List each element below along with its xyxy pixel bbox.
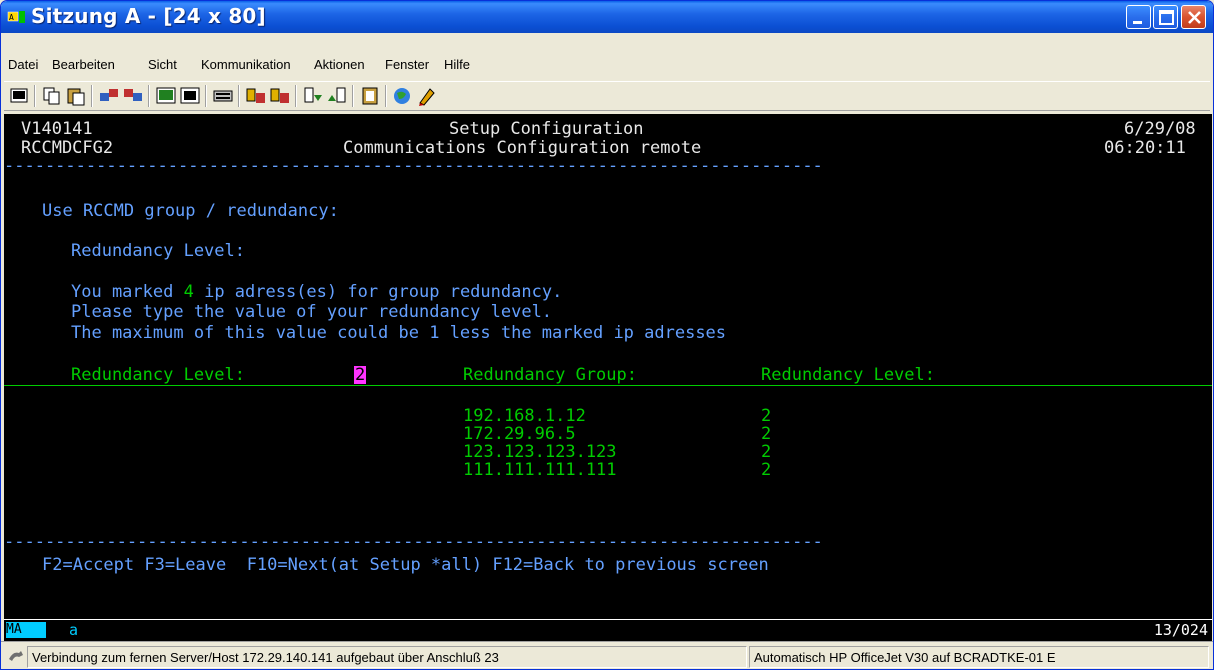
function-keys: F2=Accept F3=Leave F10=Next(at Setup *al… bbox=[42, 555, 769, 575]
separator-rule-top: ----------------------------------------… bbox=[4, 156, 823, 176]
title-bar[interactable]: A Sitzung A - [24 x 80] bbox=[1, 1, 1213, 33]
screen-title-2: Communications Configuration remote bbox=[343, 138, 702, 158]
info-line-1: You marked 4 ip adress(es) for group red… bbox=[71, 283, 562, 301]
display-icon[interactable] bbox=[155, 85, 177, 107]
maximize-button[interactable] bbox=[1153, 5, 1178, 29]
minimize-button[interactable] bbox=[1126, 5, 1151, 29]
table-row-ip: 111.111.111.111 bbox=[463, 460, 617, 480]
svg-text:A: A bbox=[9, 13, 14, 22]
window-title: Sitzung A - [24 x 80] bbox=[31, 4, 266, 28]
menu-datei[interactable]: Datei bbox=[8, 57, 38, 72]
toolbar-separator bbox=[295, 85, 297, 107]
table-row-level: 2 bbox=[761, 460, 772, 480]
col-header-group: Redundancy Group: bbox=[463, 365, 637, 385]
screen-title-1: Setup Configuration bbox=[449, 119, 644, 139]
table-row-ip: 172.29.96.5 bbox=[463, 424, 576, 444]
file-transfer-icon[interactable] bbox=[302, 85, 324, 107]
redundancy-level-label: Redundancy Level: bbox=[71, 365, 245, 385]
clipboard-icon[interactable] bbox=[359, 85, 381, 107]
menu-bearbeiten[interactable]: Bearbeiten bbox=[52, 57, 115, 72]
menu-hilfe[interactable]: Hilfe bbox=[444, 57, 470, 72]
toolbar-separator bbox=[148, 85, 150, 107]
group-heading: Use RCCMD group / redundancy: bbox=[42, 201, 339, 221]
separator-rule-bottom: ----------------------------------------… bbox=[4, 532, 823, 552]
menu-bar bbox=[4, 53, 1210, 76]
info-post: ip adress(es) for group redundancy. bbox=[193, 282, 563, 302]
field-underline bbox=[4, 385, 1212, 386]
close-button[interactable] bbox=[1181, 5, 1206, 29]
operator-info-area: MA a 13/024 bbox=[4, 619, 1212, 641]
marked-count: 4 bbox=[183, 282, 194, 302]
toolbar-separator bbox=[91, 85, 93, 107]
emulator-window: A Sitzung A - [24 x 80] Datei Bearbeiten… bbox=[0, 0, 1214, 670]
oia-mode: MA bbox=[6, 622, 46, 638]
oia-indicator: a bbox=[69, 621, 79, 639]
connection-icon bbox=[9, 651, 23, 661]
session-app-icon: A bbox=[7, 11, 25, 23]
help-pencil-icon[interactable] bbox=[416, 85, 438, 107]
user-id: V140141 bbox=[21, 119, 93, 139]
menu-fenster[interactable]: Fenster bbox=[385, 57, 429, 72]
toolbar-separator bbox=[385, 85, 387, 107]
table-row-ip: 123.123.123.123 bbox=[463, 442, 617, 462]
header-date: 6/29/08 bbox=[1124, 119, 1196, 139]
info-line-2: Please type the value of your redundancy… bbox=[71, 302, 553, 322]
minimize-icon bbox=[1133, 21, 1142, 24]
keyboard-icon[interactable] bbox=[212, 85, 234, 107]
send-icon[interactable] bbox=[98, 85, 120, 107]
globe-icon[interactable] bbox=[392, 85, 414, 107]
info-pre: You marked bbox=[71, 282, 184, 302]
maximize-icon bbox=[1159, 10, 1174, 25]
screen-icon[interactable] bbox=[179, 85, 201, 107]
connection-status: Verbindung zum fernen Server/Host 172.29… bbox=[27, 646, 747, 668]
printer-status: Automatisch HP OfficeJet V30 auf BCRADTK… bbox=[749, 646, 1209, 668]
copy-icon[interactable] bbox=[41, 85, 63, 107]
info-line-3: The maximum of this value could be 1 les… bbox=[71, 323, 727, 343]
menu-kommunikation[interactable]: Kommunikation bbox=[201, 57, 291, 72]
table-row-level: 2 bbox=[761, 406, 772, 426]
macro-play-icon[interactable] bbox=[269, 85, 291, 107]
receive-icon[interactable] bbox=[122, 85, 144, 107]
level-heading: Redundancy Level: bbox=[71, 241, 245, 261]
header-time: 06:20:11 bbox=[1104, 138, 1186, 158]
menu-sicht[interactable]: Sicht bbox=[148, 57, 177, 72]
table-row-level: 2 bbox=[761, 424, 772, 444]
toolbar-separator bbox=[352, 85, 354, 107]
toolbar-separator bbox=[205, 85, 207, 107]
toolbar-separator bbox=[238, 85, 240, 107]
terminal-screen[interactable]: V140141 Setup Configuration 6/29/08 RCCM… bbox=[4, 114, 1212, 619]
paste-icon[interactable] bbox=[65, 85, 87, 107]
print-screen-icon[interactable] bbox=[8, 85, 30, 107]
col-header-level: Redundancy Level: bbox=[761, 365, 935, 385]
toolbar-separator bbox=[34, 85, 36, 107]
macro-record-icon[interactable] bbox=[245, 85, 267, 107]
close-icon bbox=[1188, 11, 1201, 24]
redundancy-level-input[interactable]: 2 bbox=[354, 366, 367, 384]
table-row-ip: 192.168.1.12 bbox=[463, 406, 586, 426]
cursor-position: 13/024 bbox=[1153, 621, 1208, 639]
menu-aktionen[interactable]: Aktionen bbox=[314, 57, 365, 72]
program-name: RCCMDCFG2 bbox=[21, 138, 114, 158]
table-row-level: 2 bbox=[761, 442, 772, 462]
file-receive-icon[interactable] bbox=[326, 85, 348, 107]
